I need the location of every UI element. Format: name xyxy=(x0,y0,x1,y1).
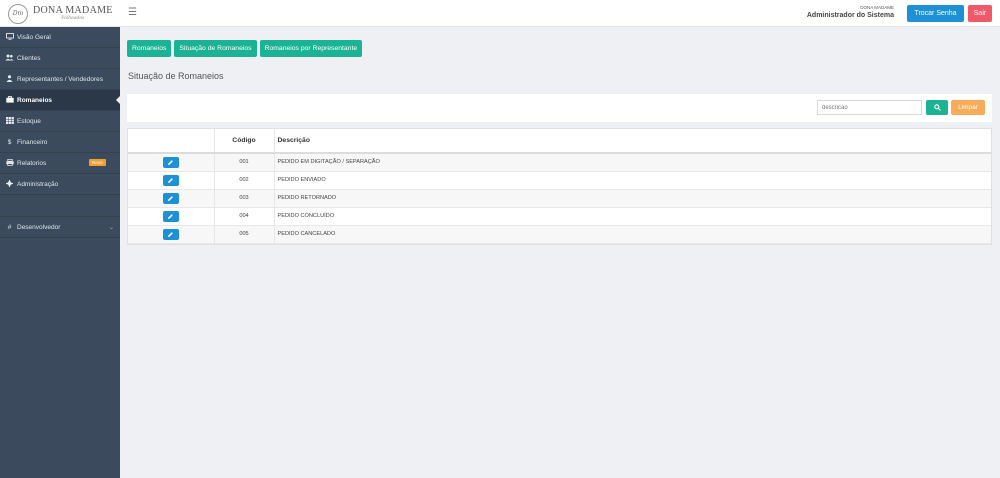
page-title: Situação de Romaneios xyxy=(128,71,224,81)
new-badge: Novo xyxy=(89,159,106,166)
table-row: 004 PEDIDO CONCLUÍDO xyxy=(128,207,991,226)
sidebar-item-label: Financeiro xyxy=(17,138,48,146)
cell-code: 004 xyxy=(214,207,275,226)
cell-code: 001 xyxy=(214,153,275,172)
sidebar-item-label: Desenvolvedor xyxy=(17,223,61,231)
hash-icon: # xyxy=(7,223,12,231)
edit-button[interactable] xyxy=(162,192,179,204)
search-input[interactable] xyxy=(817,100,922,115)
sidebar-item-clientes[interactable]: Clientes xyxy=(0,48,120,69)
cell-description: PEDIDO ENVIADO xyxy=(274,171,991,190)
pencil-icon xyxy=(167,195,173,201)
table-row: 003 PEDIDO RETORNADO xyxy=(128,189,991,208)
column-header-actions xyxy=(128,129,215,154)
cell-description: PEDIDO RETORNADO xyxy=(274,189,991,208)
sidebar-item-label: Relatorios xyxy=(17,159,47,167)
search-panel: Limpar xyxy=(127,94,992,122)
sidebar-spacer xyxy=(0,195,120,217)
monitor-icon xyxy=(5,32,14,42)
sidebar-item-label: Romaneios xyxy=(17,96,53,104)
brand-text: DONA MADAME Folheados xyxy=(33,4,113,22)
pencil-icon xyxy=(167,177,173,183)
hamburger-menu-icon[interactable]: ☰ xyxy=(128,8,137,18)
change-password-button[interactable]: Trocar Senha xyxy=(907,5,964,22)
cell-code: 002 xyxy=(214,171,275,190)
search-icon xyxy=(926,104,948,111)
cell-description: PEDIDO CANCELADO xyxy=(274,225,991,244)
dollar-icon: $ xyxy=(7,138,12,146)
cell-description: PEDIDO EM DIGITAÇÃO / SEPARAÇÃO xyxy=(274,153,991,172)
tab-situacao-romaneios[interactable]: Situação de Romaneios xyxy=(174,40,257,57)
sidebar-item-visao-geral[interactable]: Visão Geral xyxy=(0,27,120,48)
tab-romaneios-por-representante[interactable]: Romaneios por Representante xyxy=(259,40,363,57)
column-header-description[interactable]: Descrição xyxy=(274,129,991,154)
cell-code: 005 xyxy=(214,225,275,244)
print-icon xyxy=(5,158,14,168)
cell-code: 003 xyxy=(214,189,275,208)
brand-logo: Dm xyxy=(8,3,28,24)
sidebar-item-representantes[interactable]: Representantes / Vendedores xyxy=(0,69,120,90)
brand-subtitle: Folheados xyxy=(61,15,85,21)
sidebar-item-romaneios[interactable]: Romaneios xyxy=(0,90,120,111)
edit-button[interactable] xyxy=(162,210,179,222)
chevron-down-icon: ⌄ xyxy=(108,225,114,231)
user-info: DONA MADAME Administrador do Sistema xyxy=(807,5,894,19)
user-company: DONA MADAME xyxy=(860,5,894,10)
cell-description: PEDIDO CONCLUÍDO xyxy=(274,207,991,226)
pencil-icon xyxy=(167,213,173,219)
pencil-icon xyxy=(167,231,173,237)
table-header-row: Código Descrição xyxy=(128,129,991,154)
column-header-code[interactable]: Código xyxy=(214,129,275,154)
sidebar-item-financeiro[interactable]: $ Financeiro xyxy=(0,132,120,153)
sidebar-item-label: Clientes xyxy=(17,54,41,62)
active-indicator xyxy=(116,96,120,104)
sidebar-item-label: Estoque xyxy=(17,117,41,125)
tab-bar: Romaneios Situação de Romaneios Romaneio… xyxy=(127,40,363,57)
sidebar: Visão Geral Clientes Representantes / Ve… xyxy=(0,27,120,478)
gear-icon xyxy=(5,179,14,189)
grid-icon xyxy=(5,116,14,126)
top-header: Dm DONA MADAME Folheados ☰ DONA MADAME A… xyxy=(0,0,1000,27)
results-table: Código Descrição 001 PEDIDO EM DIGITAÇÃO… xyxy=(128,129,991,244)
results-table-panel: Código Descrição 001 PEDIDO EM DIGITAÇÃO… xyxy=(127,128,992,245)
edit-button[interactable] xyxy=(162,174,179,186)
clear-button[interactable]: Limpar xyxy=(951,100,985,115)
sidebar-item-label: Visão Geral xyxy=(17,33,51,41)
sidebar-item-label: Representantes / Vendedores xyxy=(17,75,104,83)
table-row: 005 PEDIDO CANCELADO xyxy=(128,225,991,244)
edit-button[interactable] xyxy=(162,156,179,168)
sidebar-item-administracao[interactable]: Administração xyxy=(0,174,120,195)
table-row: 001 PEDIDO EM DIGITAÇÃO / SEPARAÇÃO xyxy=(128,153,991,172)
user-role: Administrador do Sistema xyxy=(806,12,894,19)
brand-name: DONA MADAME xyxy=(33,4,113,16)
table-row: 002 PEDIDO ENVIADO xyxy=(128,171,991,190)
sidebar-item-label: Administração xyxy=(17,180,59,188)
sidebar-item-estoque[interactable]: Estoque xyxy=(0,111,120,132)
pencil-icon xyxy=(167,159,173,165)
tab-romaneios[interactable]: Romaneios xyxy=(127,40,172,57)
sidebar-item-desenvolvedor[interactable]: # Desenvolvedor ⌄ xyxy=(0,217,120,238)
logout-button[interactable]: Sair xyxy=(968,5,992,22)
briefcase-icon xyxy=(5,95,14,105)
edit-button[interactable] xyxy=(162,228,179,240)
search-button[interactable] xyxy=(926,100,948,115)
brand[interactable]: Dm DONA MADAME Folheados xyxy=(0,0,120,27)
users-icon xyxy=(5,54,14,63)
sidebar-item-relatorios[interactable]: Relatorios Novo xyxy=(0,153,120,174)
user-tie-icon xyxy=(5,74,14,84)
